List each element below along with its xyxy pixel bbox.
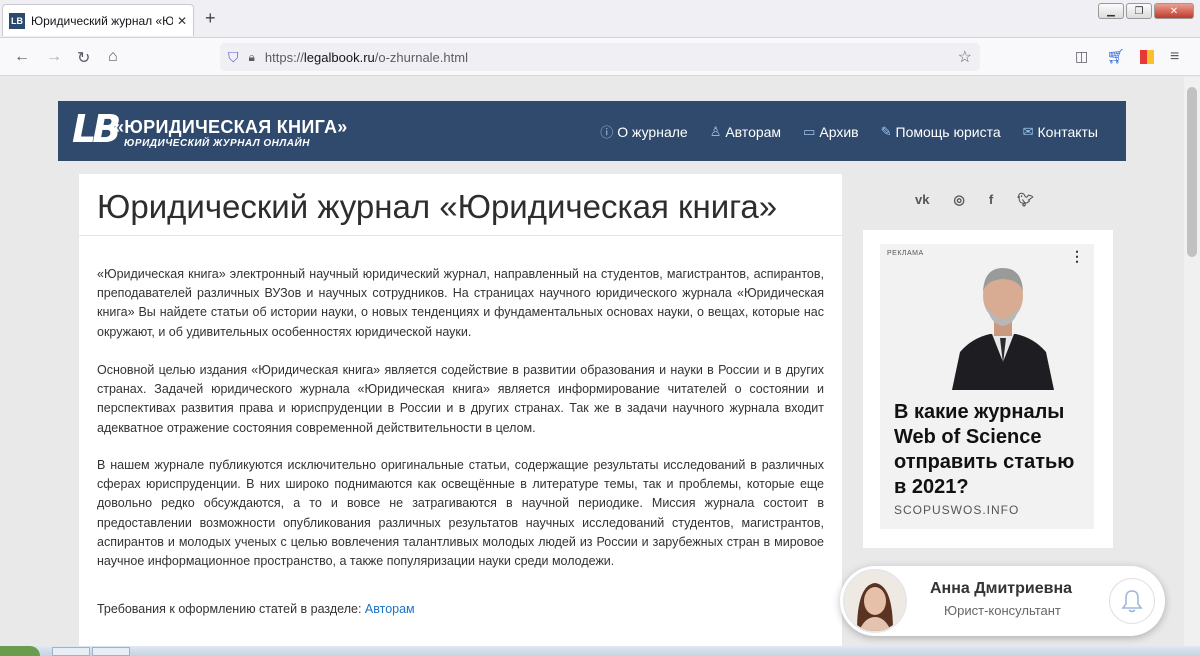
- forward-icon[interactable]: →: [46, 48, 62, 66]
- chat-widget[interactable]: Анна Дмитриевна Юрист-консультант: [840, 566, 1165, 636]
- new-tab-button[interactable]: +: [205, 8, 216, 29]
- navigation-bar: ← → ↻ ⌂ ⛉ 🔒︎ https://legalbook.ru/o-zhur…: [0, 38, 1200, 76]
- window-controls: ▁ ❐ ✕: [1098, 3, 1194, 19]
- back-icon[interactable]: ←: [14, 48, 30, 66]
- menu-item-contacts[interactable]: ✉ Контакты: [1023, 122, 1098, 141]
- scrollbar-thumb[interactable]: [1187, 87, 1197, 257]
- taskbar-item[interactable]: [92, 647, 130, 656]
- ad-headline[interactable]: В какие журналы Web of Science отправить…: [894, 400, 1089, 500]
- site-header: LB «ЮРИДИЧЕСКАЯ КНИГА» ЮРИДИЧЕСКИЙ ЖУРНА…: [58, 101, 1126, 161]
- pencil-icon: ✎: [880, 123, 892, 139]
- site-logo-icon[interactable]: LB: [72, 107, 121, 151]
- page-scrollbar[interactable]: [1184, 77, 1200, 656]
- tab-bar: LB Юридический журнал «Юридическая книга…: [0, 0, 1200, 38]
- main-menu: ⓘ О журнале ♙ Авторам ▭ Архив ✎ Помощь юрист…: [600, 122, 1098, 141]
- maximize-button[interactable]: ❐: [1126, 3, 1152, 19]
- logo-subtitle: ЮРИДИЧЕСКИЙ ЖУРНАЛ ОНЛАЙН: [124, 138, 310, 149]
- sidebar-ad-box: РЕКЛАМА ⋮ В какие журналы Web of Science…: [863, 230, 1113, 548]
- url-text[interactable]: https://legalbook.ru/o-zhurnale.html: [265, 50, 468, 65]
- minimize-button[interactable]: ▁: [1098, 3, 1124, 19]
- info-icon: ⓘ: [600, 125, 614, 140]
- twitter-icon[interactable]: 🐦︎: [1017, 192, 1034, 208]
- tab-title: Юридический журнал «Юридическая книга»: [31, 13, 173, 28]
- cart-extension-icon[interactable]: 🛒︎: [1107, 48, 1125, 65]
- bell-icon[interactable]: [1109, 578, 1155, 624]
- article-paragraph-4: Требования к оформлению статей в разделе…: [97, 602, 415, 616]
- menu-item-about[interactable]: ⓘ О журнале: [600, 122, 687, 141]
- advertisement[interactable]: РЕКЛАМА ⋮ В какие журналы Web of Science…: [880, 244, 1094, 529]
- ad-domain[interactable]: SCOPUSWOS.INFO: [894, 503, 1019, 517]
- site-favicon-icon: LB: [9, 12, 25, 29]
- menu-item-authors[interactable]: ♙ Авторам: [710, 122, 781, 141]
- menu-item-archive[interactable]: ▭ Архив: [803, 122, 859, 141]
- facebook-icon[interactable]: f: [989, 192, 993, 208]
- menu-item-legal-help[interactable]: ✎ Помощь юриста: [881, 122, 1001, 141]
- close-tab-icon[interactable]: ✕: [177, 14, 187, 28]
- pocket-icon[interactable]: ◫: [1075, 48, 1088, 65]
- page-title: Юридический журнал «Юридическая книга»: [97, 188, 778, 225]
- close-window-button[interactable]: ✕: [1154, 3, 1194, 19]
- consultant-name: Анна Дмитриевна: [930, 580, 1073, 597]
- url-bar[interactable]: ⛉ 🔒︎ https://legalbook.ru/o-zhurnale.htm…: [220, 43, 980, 71]
- article-paragraph-3: В нашем журнале публикуются исключительн…: [97, 458, 824, 569]
- logo-title[interactable]: «ЮРИДИЧЕСКАЯ КНИГА»: [114, 117, 348, 138]
- os-taskbar: [0, 646, 1200, 656]
- article-content: Юридический журнал «Юридическая книга» «…: [79, 174, 842, 656]
- home-icon[interactable]: ⌂: [108, 48, 118, 66]
- consultant-role: Юрист-консультант: [944, 603, 1061, 618]
- taskbar-item[interactable]: [52, 647, 90, 656]
- start-button[interactable]: [0, 646, 40, 656]
- ad-label: РЕКЛАМА: [887, 250, 924, 257]
- menu-hamburger-icon[interactable]: ≡: [1170, 48, 1179, 66]
- lock-icon[interactable]: 🔒︎: [249, 50, 255, 65]
- user-icon: ♙: [709, 123, 722, 139]
- extension-icon[interactable]: [1140, 50, 1154, 64]
- article-paragraph-2: Основной целью издания «Юридическая книг…: [97, 363, 824, 435]
- ad-more-options-icon[interactable]: ⋮: [1070, 248, 1084, 265]
- ad-person-image: [942, 252, 1064, 390]
- vk-icon[interactable]: vk: [915, 192, 929, 208]
- instagram-icon[interactable]: ◎: [953, 192, 964, 208]
- authors-link[interactable]: Авторам: [365, 602, 415, 616]
- avatar[interactable]: [843, 569, 907, 633]
- article-paragraph-1: «Юридическая книга» электронный научный …: [97, 267, 824, 339]
- folder-icon: ▭: [803, 123, 816, 139]
- social-links: vk ◎ f 🐦︎: [915, 192, 1034, 208]
- mail-icon: ✉: [1022, 123, 1034, 139]
- browser-tab[interactable]: LB Юридический журнал «Юридическая книга…: [2, 4, 194, 36]
- reload-icon[interactable]: ↻: [77, 48, 90, 68]
- page-viewport: LB «ЮРИДИЧЕСКАЯ КНИГА» ЮРИДИЧЕСКИЙ ЖУРНА…: [0, 77, 1184, 656]
- tracking-protection-icon[interactable]: ⛉: [228, 49, 239, 66]
- title-divider: [79, 235, 842, 236]
- bookmark-star-icon[interactable]: ☆: [958, 47, 972, 67]
